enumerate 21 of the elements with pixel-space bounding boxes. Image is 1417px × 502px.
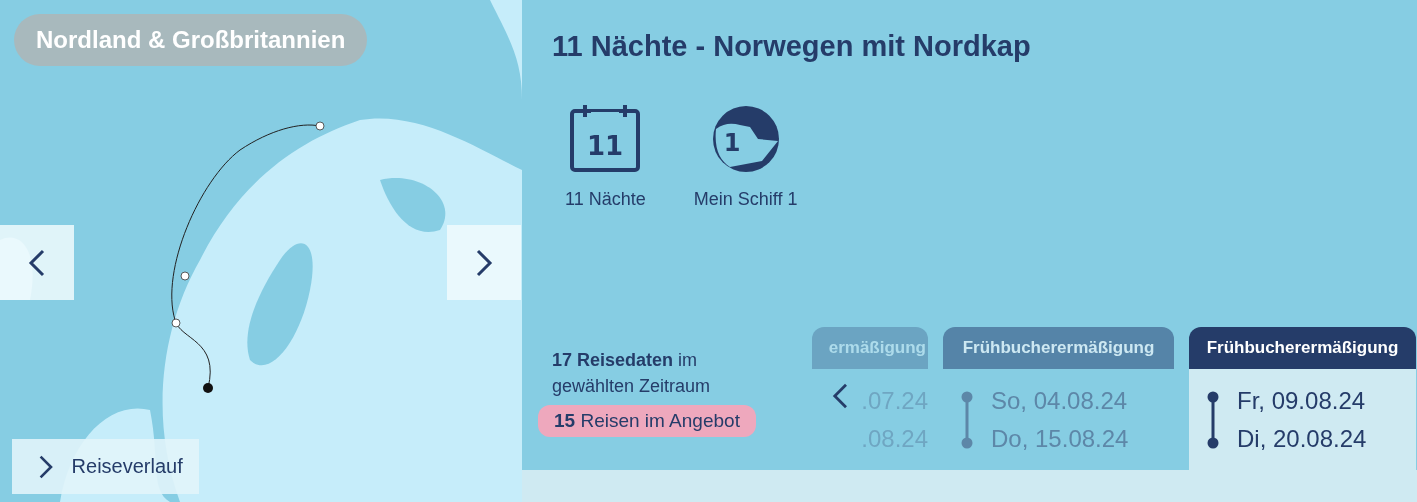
date-range-icon bbox=[1207, 390, 1219, 449]
chevron-left-icon bbox=[832, 382, 849, 410]
previous-dates-button[interactable] bbox=[832, 382, 849, 410]
start-date: Fr, 09.08.24 bbox=[1237, 386, 1367, 415]
chevron-right-icon bbox=[38, 453, 54, 480]
next-button[interactable] bbox=[447, 225, 521, 300]
dates-summary: 17 Reisedaten im gewählten Zeitraum bbox=[552, 349, 712, 399]
end-date: Di, 20.08.24 bbox=[1237, 424, 1367, 453]
start-date: So, 04.08.24 bbox=[991, 386, 1129, 415]
chevron-left-icon bbox=[28, 247, 46, 278]
region-label: Nordland & Großbritannien bbox=[14, 14, 368, 66]
date-range-icon bbox=[961, 390, 973, 449]
chevron-right-icon bbox=[475, 247, 493, 278]
fact-label: 11 Nächte bbox=[565, 189, 646, 210]
cruise-title: 11 Nächte - Norwegen mit Nordkap bbox=[552, 30, 1032, 63]
fact-label: Mein Schiff 1 bbox=[693, 189, 798, 210]
end-date: Do, 15.08.24 bbox=[991, 424, 1129, 453]
previous-button[interactable] bbox=[0, 225, 74, 300]
route-button[interactable]: Reiseverlauf bbox=[12, 439, 199, 494]
discount-tab[interactable]: Frühbucherermäßigung bbox=[1189, 327, 1416, 369]
offers-badge: 15 Reisen im Angebot bbox=[538, 405, 756, 438]
